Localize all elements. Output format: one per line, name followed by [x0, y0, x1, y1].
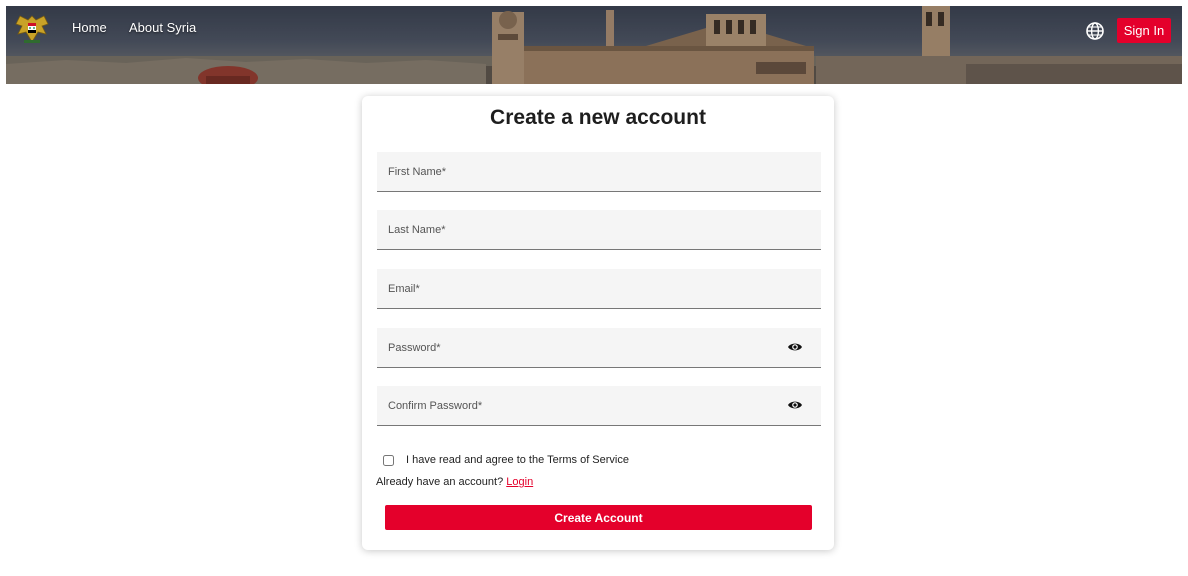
password-field[interactable] [377, 328, 821, 368]
damascus-skyline-image [6, 6, 1182, 84]
nav-about-syria-link[interactable]: About Syria [129, 20, 196, 35]
terms-checkbox[interactable] [383, 454, 394, 466]
form-title: Create a new account [490, 106, 706, 129]
eye-icon[interactable] [787, 340, 803, 354]
login-prompt-row: Already have an account? Login [376, 476, 533, 488]
last-name-input[interactable] [377, 210, 821, 249]
last-name-field[interactable] [377, 210, 821, 250]
email-field[interactable] [377, 269, 821, 309]
first-name-field[interactable] [377, 152, 821, 192]
password-input[interactable] [377, 328, 821, 367]
create-account-button[interactable]: Create Account [385, 505, 812, 530]
confirm-password-field[interactable] [377, 386, 821, 426]
confirm-password-input[interactable] [377, 386, 821, 425]
terms-label: I have read and agree to the Terms of Se… [406, 454, 629, 466]
email-input[interactable] [377, 269, 821, 308]
sign-in-button[interactable]: Sign In [1117, 18, 1171, 43]
login-prompt-text: Already have an account? [376, 476, 504, 488]
eye-icon[interactable] [787, 398, 803, 412]
login-link[interactable]: Login [506, 476, 533, 488]
header-banner: Home About Syria Sign In [6, 6, 1182, 84]
terms-row: I have read and agree to the Terms of Se… [383, 453, 629, 467]
nav-home-link[interactable]: Home [72, 20, 107, 35]
signup-card: Create a new account I have read and agr… [362, 96, 834, 550]
first-name-input[interactable] [377, 152, 821, 191]
globe-icon[interactable] [1085, 21, 1105, 41]
syrian-eagle-emblem-icon[interactable] [14, 12, 50, 46]
